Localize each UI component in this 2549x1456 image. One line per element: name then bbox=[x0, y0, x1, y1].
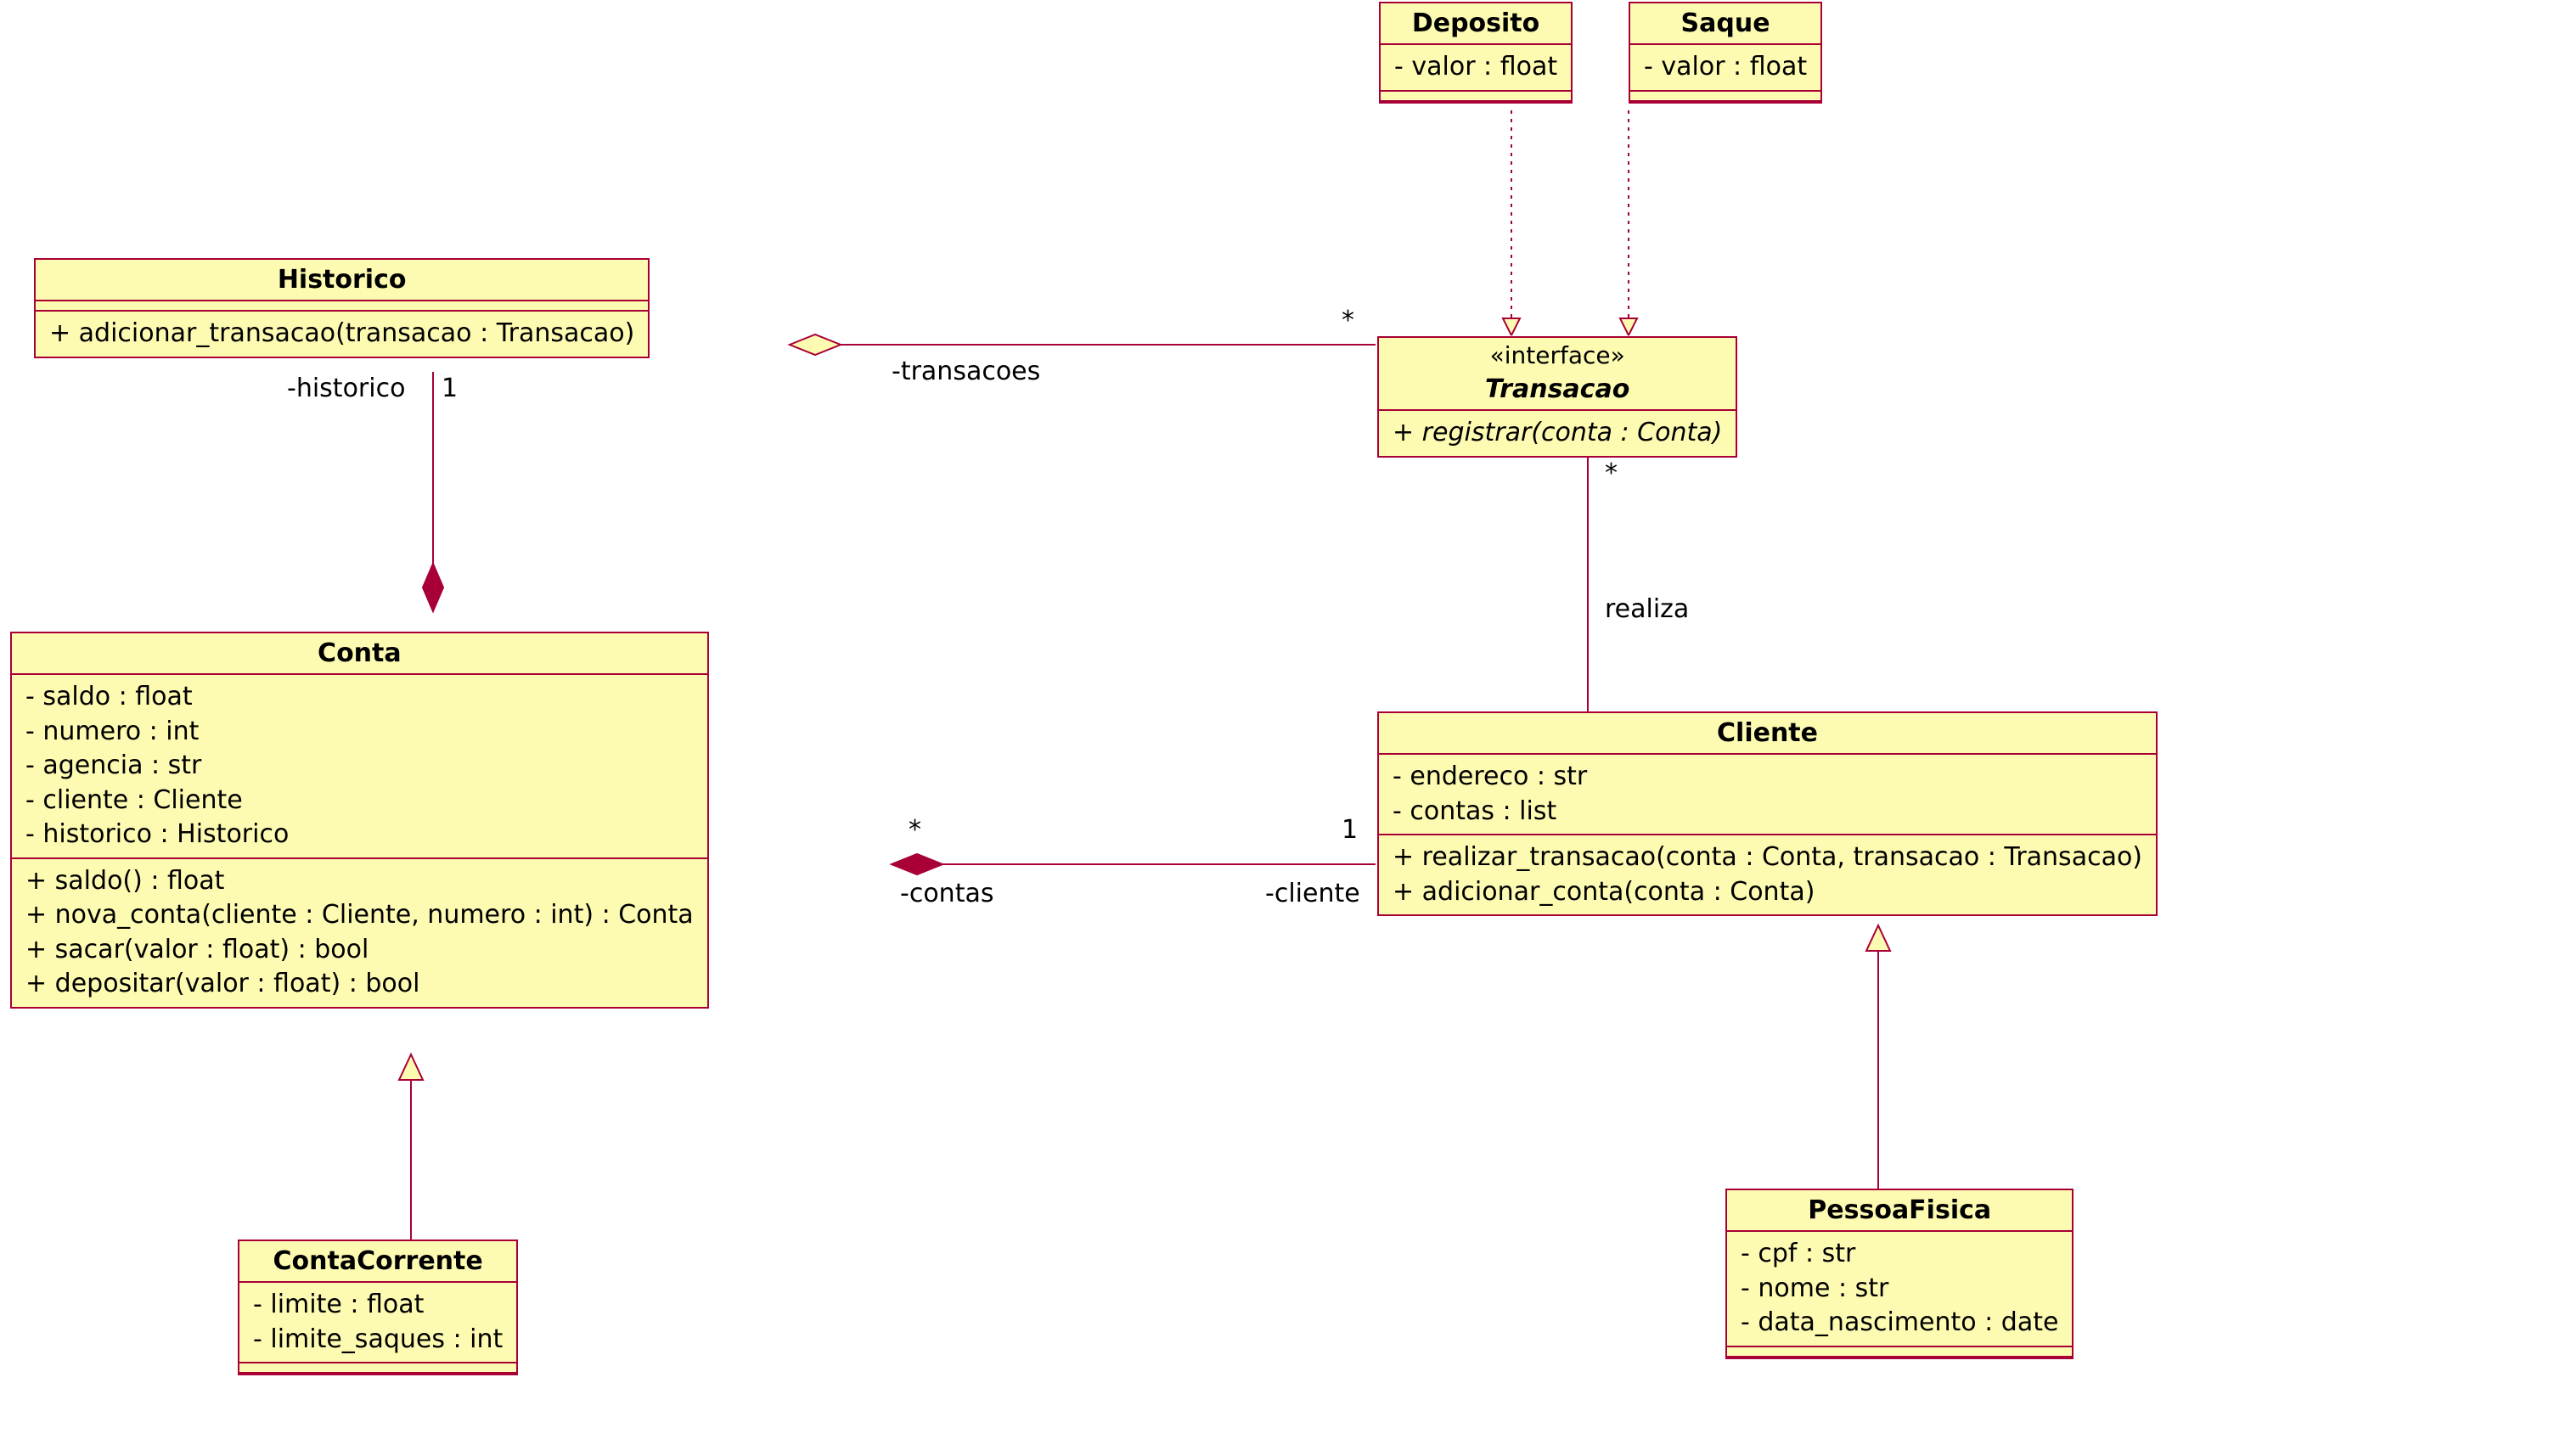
class-title: Transacao bbox=[1379, 369, 1736, 411]
label-transacao-mult-bottom: * bbox=[1605, 458, 1618, 488]
label-contas-mult: * bbox=[909, 815, 921, 845]
methods-empty bbox=[1727, 1347, 2072, 1358]
methods: + registrar(conta : Conta) bbox=[1379, 411, 1736, 456]
attributes: - limite : float - limite_saques : int bbox=[239, 1283, 516, 1363]
class-title: Historico bbox=[36, 260, 648, 301]
attr: - valor : float bbox=[1394, 50, 1557, 85]
class-title: Saque bbox=[1630, 3, 1820, 45]
attr: - agencia : str bbox=[25, 749, 694, 784]
class-cliente: Cliente - endereco : str - contas : list… bbox=[1377, 711, 2158, 916]
method: + depositar(valor : float) : bool bbox=[25, 967, 694, 1002]
attr: - limite : float bbox=[253, 1288, 503, 1323]
attr: - nome : str bbox=[1741, 1272, 2058, 1307]
label-historico-mult: 1 bbox=[442, 374, 458, 403]
class-pessoafisica: PessoaFisica - cpf : str - nome : str - … bbox=[1725, 1189, 2074, 1359]
class-conta: Conta - saldo : float - numero : int - a… bbox=[10, 632, 709, 1009]
attr: - saldo : float bbox=[25, 680, 694, 715]
class-saque: Saque - valor : float bbox=[1629, 2, 1822, 104]
method: + sacar(valor : float) : bool bbox=[25, 933, 694, 968]
method: + realizar_transacao(conta : Conta, tran… bbox=[1393, 840, 2142, 875]
attr: - valor : float bbox=[1644, 50, 1807, 85]
attr: - cpf : str bbox=[1741, 1237, 2058, 1272]
class-deposito: Deposito - valor : float bbox=[1379, 2, 1573, 104]
method: + nova_conta(cliente : Cliente, numero :… bbox=[25, 898, 694, 933]
attr: - numero : int bbox=[25, 715, 694, 750]
attributes: - valor : float bbox=[1630, 45, 1820, 92]
method: + adicionar_transacao(transacao : Transa… bbox=[49, 317, 634, 351]
uml-canvas: Deposito - valor : float Saque - valor :… bbox=[0, 0, 2549, 1456]
methods: + saldo() : float + nova_conta(cliente :… bbox=[12, 859, 707, 1007]
attributes: - valor : float bbox=[1381, 45, 1571, 92]
method: + saldo() : float bbox=[25, 864, 694, 899]
method: + adicionar_conta(conta : Conta) bbox=[1393, 875, 2142, 910]
attributes: - cpf : str - nome : str - data_nascimen… bbox=[1727, 1232, 2072, 1347]
methods: + realizar_transacao(conta : Conta, tran… bbox=[1379, 835, 2156, 914]
label-cliente-mult: 1 bbox=[1342, 815, 1358, 845]
attr: - cliente : Cliente bbox=[25, 784, 694, 818]
class-title: Conta bbox=[12, 633, 707, 675]
attributes: - saldo : float - numero : int - agencia… bbox=[12, 675, 707, 859]
label-transacao-mult-top: * bbox=[1342, 306, 1354, 335]
label-historico-role: -historico bbox=[287, 374, 405, 403]
class-title: Cliente bbox=[1379, 713, 2156, 755]
class-contacorrente: ContaCorrente - limite : float - limite_… bbox=[238, 1240, 518, 1375]
class-title: Deposito bbox=[1381, 3, 1571, 45]
attr: - contas : list bbox=[1393, 795, 2142, 829]
label-contas-role: -contas bbox=[900, 879, 993, 908]
method: + registrar(conta : Conta) bbox=[1393, 416, 1722, 451]
class-title: ContaCorrente bbox=[239, 1241, 516, 1283]
attr: - limite_saques : int bbox=[253, 1323, 503, 1358]
attr: - data_nascimento : date bbox=[1741, 1306, 2058, 1341]
attr: - historico : Historico bbox=[25, 818, 694, 852]
label-cliente-role: -cliente bbox=[1265, 879, 1360, 908]
methods: + adicionar_transacao(transacao : Transa… bbox=[36, 312, 648, 357]
attr: - endereco : str bbox=[1393, 760, 2142, 795]
attrs-empty bbox=[36, 301, 648, 312]
attributes: - endereco : str - contas : list bbox=[1379, 755, 2156, 835]
methods-empty bbox=[1630, 92, 1820, 102]
methods-empty bbox=[239, 1363, 516, 1374]
methods-empty bbox=[1381, 92, 1571, 102]
label-transacoes-role: -transacoes bbox=[892, 357, 1040, 386]
label-realiza: realiza bbox=[1605, 594, 1689, 624]
interface-transacao: «interface» Transacao + registrar(conta … bbox=[1377, 336, 1737, 458]
class-historico: Historico + adicionar_transacao(transaca… bbox=[34, 258, 650, 358]
class-title: PessoaFisica bbox=[1727, 1190, 2072, 1232]
stereotype: «interface» bbox=[1379, 338, 1736, 369]
